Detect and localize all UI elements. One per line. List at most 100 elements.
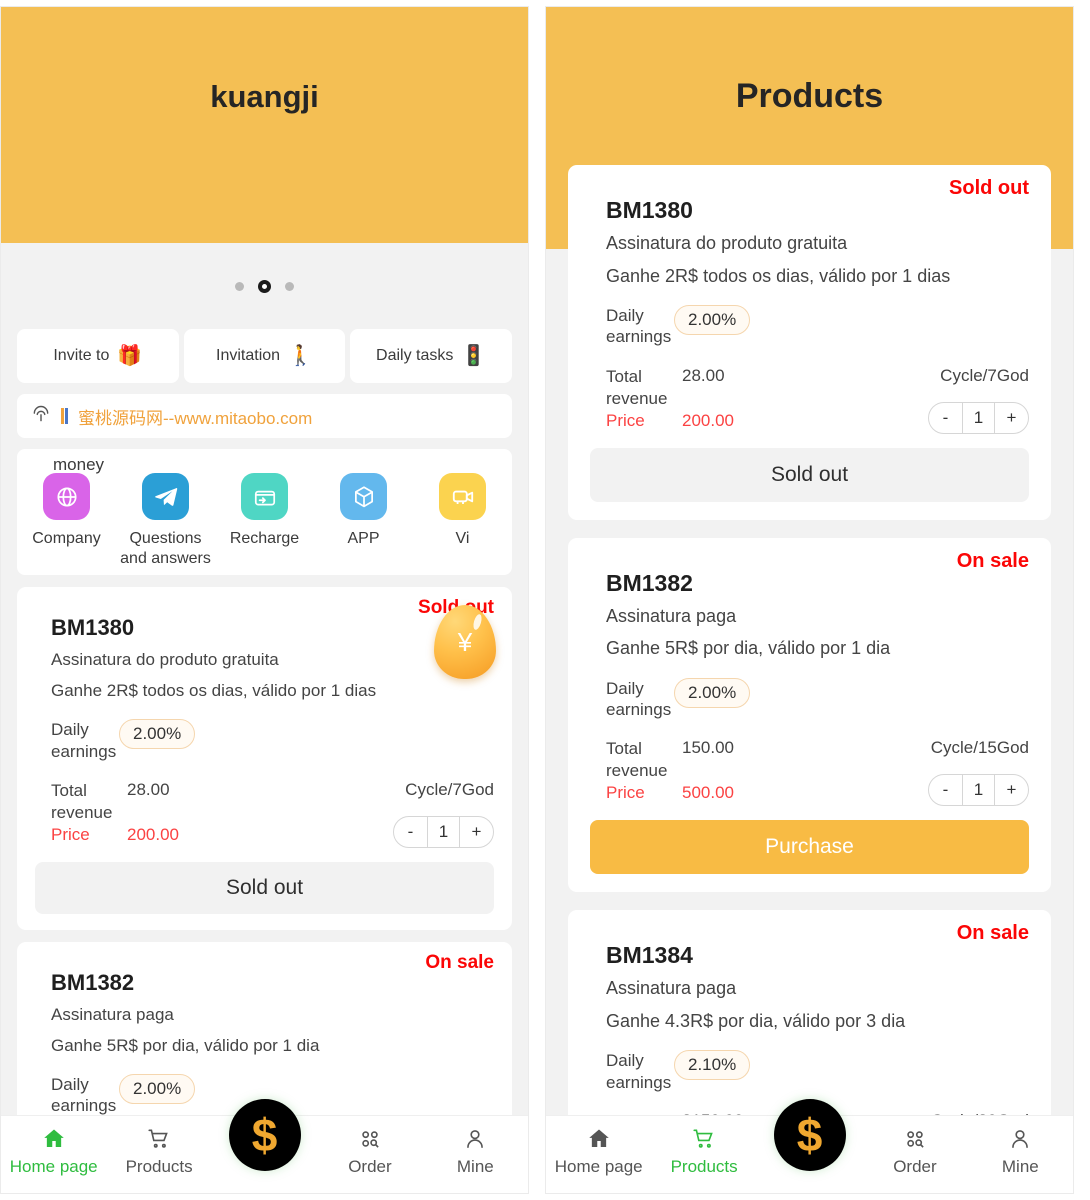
money-overflow-label: money [53,455,105,474]
quantity-decrement-button[interactable]: - [929,775,962,805]
product-desc-line1: Assinatura do produto gratuita [606,233,848,253]
product-desc-line1: Assinatura paga [606,978,737,999]
daily-earnings-label: Daily earnings [606,1051,672,1092]
quantity-stepper[interactable]: - 1 + [928,401,1029,434]
carousel-dots[interactable] [1,243,528,329]
cart-icon [691,1124,717,1152]
broadcast-icon [31,404,51,429]
daily-earnings-label: Daily earnings [606,306,672,347]
product-meta: Total revenue 28.00 Price 200.00 Cycle/7… [51,780,494,848]
daily-earnings-value: 2.00% [119,1074,196,1104]
tab-products[interactable]: Products [651,1124,756,1177]
quick-action-invitation[interactable]: Invitation 🚶 [183,329,346,383]
price-value: 200.00 [682,410,734,430]
tab-order[interactable]: Order [317,1124,422,1177]
quantity-decrement-button[interactable]: - [929,403,962,433]
deposit-fab-button[interactable]: $ [228,1099,301,1171]
shortcut-app[interactable]: APP [318,473,410,569]
tab-order[interactable]: Order [862,1124,967,1177]
product-desc-line2: Ganhe 5R$ por dia, válido por 1 dia [51,1035,320,1055]
quick-actions-row: Invite to 🎁 Invitation 🚶 Daily tasks 🚦 [1,329,528,383]
quantity-stepper[interactable]: - 1 + [393,815,494,848]
tab-mine[interactable]: Mine [968,1124,1073,1177]
tab-products[interactable]: Products [106,1124,211,1177]
total-revenue-label: Total revenue [51,780,113,822]
quantity-value[interactable]: 1 [427,816,460,847]
quantity-increment-button[interactable]: + [995,403,1028,433]
right-phone-screen: Products Sold out BM1380 Assinatura do p… [545,6,1074,1194]
product-desc-line2: Ganhe 4.3R$ por dia, válido por 3 dia [606,1010,906,1031]
product-cta-button[interactable]: Purchase [590,820,1029,875]
tab-home-page[interactable]: Home page [1,1124,106,1177]
price-row: Price 200.00 [51,825,179,845]
deposit-fab-button[interactable]: $ [773,1099,846,1171]
daily-earnings-label: Daily earnings [606,678,672,719]
quantity-value[interactable]: 1 [962,775,995,806]
total-revenue-label: Total revenue [606,366,668,408]
carousel-dot[interactable] [285,281,294,291]
daily-earnings-value: 2.10% [674,1050,751,1081]
quick-action-label: Invite to [53,347,110,364]
product-body: BM1380 Assinatura do produto gratuita Ga… [35,615,494,848]
total-revenue-value: 150.00 [682,738,734,758]
page-title: Products [735,77,884,115]
carousel-dot-active[interactable] [258,279,271,293]
quantity-value[interactable]: 1 [962,402,995,433]
status-badge: Sold out [949,177,1029,199]
product-cta-button[interactable]: Sold out [35,861,494,914]
product-desc-line2: Ganhe 2R$ todos os dias, válido por 1 di… [606,265,951,286]
shortcut-label: Company [32,530,101,547]
total-revenue-row: Total revenue 150.00 [606,738,734,782]
notice-indicator [61,408,68,424]
egg-currency-glyph: ¥ [457,626,473,657]
tab-label: Mine [456,1157,494,1176]
home-icon [586,1124,612,1152]
daily-earnings-value: 2.00% [119,719,196,750]
product-title: BM1384 [606,942,693,969]
tab-label: Products [125,1157,193,1176]
right-viewport: Products Sold out BM1380 Assinatura do p… [546,7,1073,1193]
product-cta-button[interactable]: Sold out [590,447,1029,502]
product-desc-line2: Ganhe 2R$ todos os dias, válido por 1 di… [51,681,377,701]
price-row: Price 500.00 [606,783,734,803]
price-row: Price 200.00 [606,411,734,431]
tab-home-page[interactable]: Home page [546,1124,651,1177]
left-viewport: kuangji Invite to 🎁 Invitation 🚶 Daily t… [1,7,528,1193]
quick-action-invite-to[interactable]: Invite to 🎁 [17,329,179,383]
quantity-increment-button[interactable]: + [460,817,493,847]
quantity-stepper[interactable]: - 1 + [928,774,1029,807]
price-label: Price [606,410,645,430]
task-icon: 🚦 [461,345,487,367]
notice-bar[interactable]: 蜜桃源码网--www.mitaobo.com [17,394,512,438]
product-meta-right: Cycle/7God - 1 + [393,780,494,848]
page-title: kuangji [210,79,319,114]
daily-earnings-value: 2.00% [674,305,751,336]
shortcut-recharge[interactable]: Recharge [219,473,311,569]
total-revenue-value: 28.00 [682,365,725,385]
quantity-increment-button[interactable]: + [995,775,1028,805]
carousel-dot[interactable] [235,281,244,291]
shortcut-questions-and-answers[interactable]: Questions and answers [120,473,212,569]
quick-action-label: Daily tasks [376,347,454,364]
cycle-label: Cycle/7God [940,365,1029,385]
tab-mine[interactable]: Mine [423,1124,528,1177]
price-label: Price [51,824,90,844]
shortcut-company[interactable]: Company [21,473,113,569]
product-meta-right: Cycle/7God - 1 + [928,366,1029,434]
product-meta: Total revenue 28.00 Price 200.00 Cycle/7… [606,366,1029,434]
quick-action-daily-tasks[interactable]: Daily tasks 🚦 [350,329,513,383]
telegram-icon [142,473,189,520]
product-desc-line1: Assinatura paga [51,1004,174,1024]
daily-earnings-row: Daily earnings 2.00% [51,719,494,762]
product-desc-line1: Assinatura paga [606,605,737,626]
person-icon [462,1124,488,1152]
daily-earnings-value: 2.00% [674,677,751,708]
shortcut-video[interactable]: Vi [417,473,509,569]
notice-text: 蜜桃源码网--www.mitaobo.com [78,408,313,428]
tab-label: Products [670,1157,738,1176]
total-revenue-row: Total revenue 28.00 [606,366,734,410]
shortcut-label: Recharge [229,530,300,547]
quantity-decrement-button[interactable]: - [394,817,427,847]
daily-earnings-row: Daily earnings 2.10% [606,1050,1029,1093]
globe-icon [43,473,90,520]
